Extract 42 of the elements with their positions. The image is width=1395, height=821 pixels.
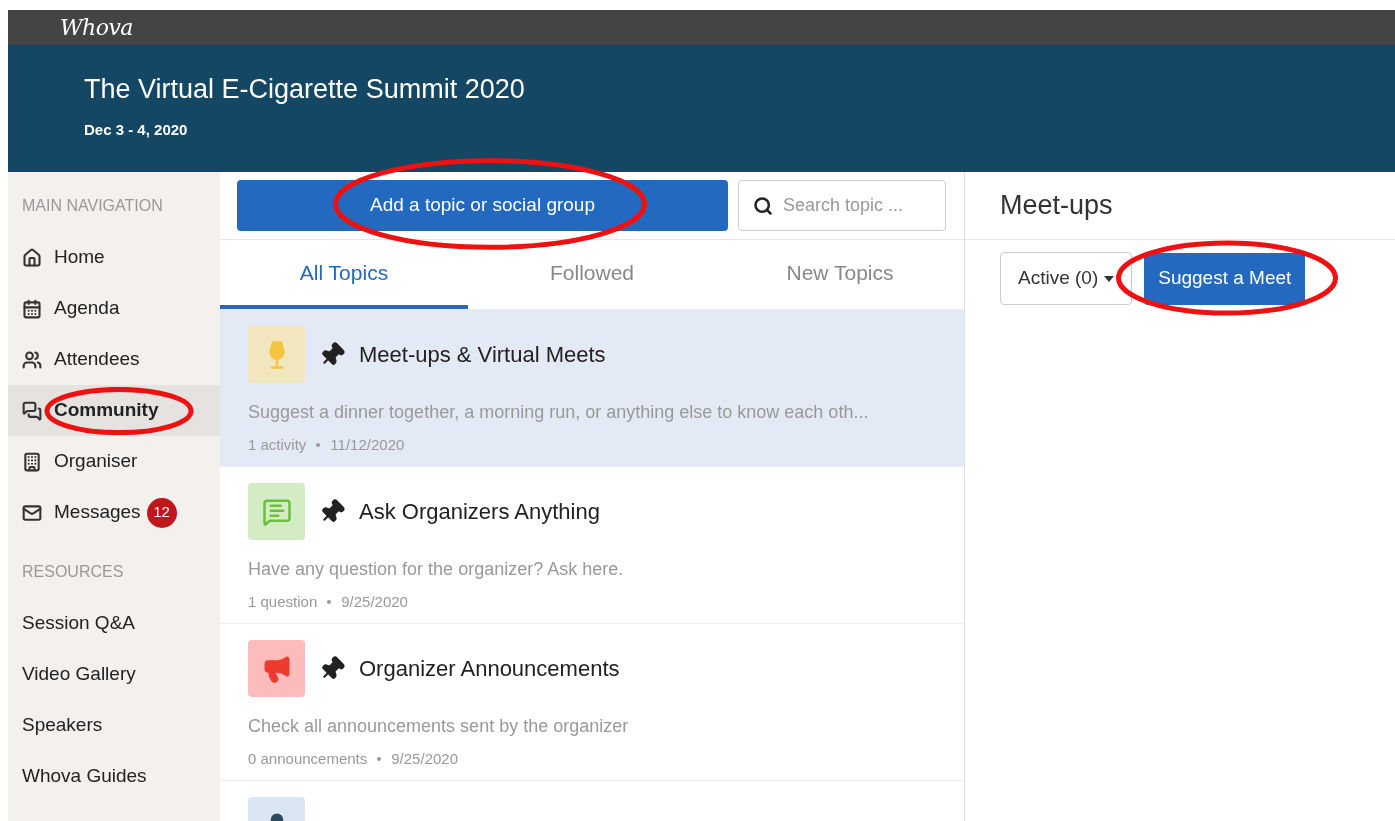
- sidebar-item[interactable]: Attendees: [8, 334, 220, 385]
- sidebar-item[interactable]: Community: [8, 385, 220, 436]
- search-icon: [753, 195, 773, 216]
- topic-date: 9/25/2020: [391, 749, 458, 769]
- topic-description: Have any question for the organizer? Ask here.: [248, 558, 625, 581]
- sidebar-heading: RESOURCES: [21, 562, 125, 582]
- sidebar-item[interactable]: Speakers: [8, 700, 220, 751]
- topic-count: 1 question: [248, 592, 318, 612]
- sidebar-item[interactable]: Session Q&A: [8, 598, 220, 649]
- search-field[interactable]: Search topic ...: [783, 192, 931, 219]
- sidebar-item[interactable]: Organiser: [8, 436, 220, 487]
- topic-title: Meet-ups & Virtual Meets: [359, 341, 606, 369]
- topic-date: 11/12/2020: [330, 435, 405, 455]
- panel-title: Meet-ups: [1000, 189, 1113, 223]
- topic-tab[interactable]: Followed: [468, 240, 716, 309]
- topic-description: Suggest a dinner together, a morning run, or anything else to know each oth...: [248, 401, 870, 424]
- status-dropdown[interactable]: Active (0): [1000, 252, 1133, 305]
- event-dates: Dec 3 - 4, 2020: [84, 120, 189, 140]
- dot-separator-icon: [327, 600, 332, 605]
- dot-separator-icon: [377, 757, 382, 762]
- topic-date: 9/25/2020: [341, 592, 408, 612]
- topic-count: 0 announcements: [248, 749, 368, 769]
- sidebar-item[interactable]: Whova Guides: [8, 751, 220, 802]
- logo[interactable]: Whova: [60, 11, 133, 44]
- sidebar-item[interactable]: Home: [8, 232, 220, 283]
- sidebar-item[interactable]: Video Gallery: [8, 649, 220, 700]
- topic-title: Ask Organizers Anything: [359, 498, 600, 526]
- topic-count: 1 activity: [248, 435, 307, 455]
- caret-icon: [1104, 275, 1115, 282]
- topic-tab[interactable]: New Topics: [716, 240, 964, 309]
- event-title: The Virtual E-Cigarette Summit 2020: [84, 73, 526, 105]
- search-box[interactable]: Search topic ...: [738, 180, 946, 231]
- topic-title: Organizer Announcements: [359, 655, 620, 683]
- topic-description: Check all announcements sent by the organizer: [248, 715, 630, 738]
- suggest-meet-button[interactable]: Suggest a Meet: [1144, 252, 1306, 305]
- dot-separator-icon: [316, 443, 321, 448]
- sidebar-heading: MAIN NAVIGATION: [21, 196, 164, 216]
- sidebar-item[interactable]: Agenda: [8, 283, 220, 334]
- topic-row[interactable]: Meet-ups & Virtual Meets Suggest a dinner together, a morning run, or anything else to know each oth... 1 activity 11/12/2020: [220, 310, 964, 467]
- sidebar-item[interactable]: Messages 12: [8, 487, 220, 538]
- add-topic-button[interactable]: Add a topic or social group: [237, 180, 728, 231]
- unread-badge: 12: [146, 497, 177, 528]
